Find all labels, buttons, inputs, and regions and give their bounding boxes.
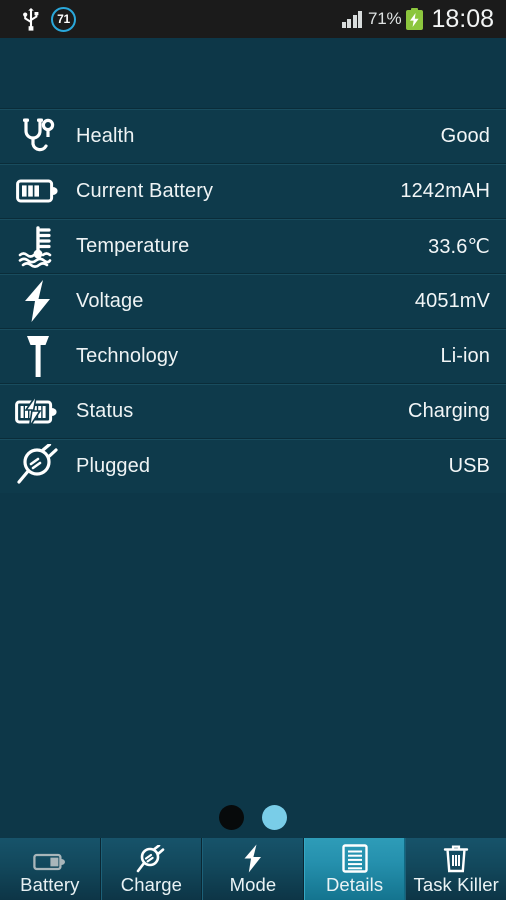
- power-plug-icon: [0, 439, 76, 494]
- bottom-tab-bar: Battery Charge Mode Details Task Killer: [0, 838, 506, 900]
- tab-charge[interactable]: Charge: [100, 838, 203, 900]
- tab-label: Task Killer: [413, 874, 499, 895]
- tab-battery[interactable]: Battery: [0, 838, 101, 900]
- list-item-label: Voltage: [76, 289, 144, 312]
- battery-icon: [33, 843, 67, 873]
- status-bar-right: 71% 18:08: [341, 4, 506, 34]
- list-item-label: Plugged: [76, 454, 151, 477]
- tab-label: Battery: [20, 874, 80, 895]
- stethoscope-icon: [0, 109, 76, 164]
- power-plug-icon: [136, 843, 166, 873]
- usb-icon: [22, 8, 40, 31]
- status-bar-left: 71: [0, 6, 76, 32]
- list-item-value: 33.6℃: [428, 235, 490, 258]
- list-item-label: Technology: [76, 344, 179, 367]
- list-item-temperature[interactable]: Temperature 33.6℃: [0, 218, 506, 273]
- signal-bars-icon: [341, 10, 362, 28]
- list-item-voltage[interactable]: Voltage 4051mV: [0, 273, 506, 328]
- battery-charging-icon: [0, 384, 76, 439]
- list-item-label: Temperature: [76, 234, 190, 257]
- battery-icon: [0, 164, 76, 219]
- list-item-plugged[interactable]: Plugged USB: [0, 438, 506, 493]
- list-item-label: Health: [76, 124, 135, 147]
- document-lines-icon: [341, 843, 368, 873]
- thermometer-icon: [0, 219, 76, 274]
- page-dot-1[interactable]: [219, 805, 244, 830]
- list-item-value: Good: [440, 124, 490, 147]
- lightning-bolt-icon: [242, 843, 264, 873]
- details-list: Health Good Current Battery 1242mAH Temp…: [0, 108, 506, 493]
- list-item-value: Charging: [408, 399, 490, 422]
- list-item-value: 4051mV: [414, 289, 490, 312]
- app-root: 71 71% 18:08 Health Good Current Battery…: [0, 0, 506, 900]
- tab-task-killer[interactable]: Task Killer: [405, 838, 506, 900]
- list-item-value: Li-ion: [440, 344, 490, 367]
- hammer-icon: [0, 329, 76, 384]
- lightning-bolt-icon: [0, 274, 76, 329]
- status-bar-battery-percent: 71%: [368, 9, 402, 28]
- trash-can-icon: [443, 843, 469, 873]
- battery-charging-icon: [406, 8, 424, 30]
- battery-percent-badge: 71: [51, 6, 76, 32]
- tab-label: Mode: [229, 874, 277, 895]
- list-item-value: USB: [448, 454, 490, 477]
- page-indicator: [0, 805, 506, 830]
- list-item-technology[interactable]: Technology Li-ion: [0, 328, 506, 383]
- list-item-status[interactable]: Status Charging: [0, 383, 506, 438]
- status-bar-clock: 18:08: [431, 4, 494, 33]
- status-bar: 71 71% 18:08: [0, 0, 506, 38]
- list-item-label: Current Battery: [76, 179, 214, 202]
- tab-label: Charge: [120, 874, 183, 895]
- tab-details[interactable]: Details: [303, 838, 406, 900]
- list-item-current-battery[interactable]: Current Battery 1242mAH: [0, 163, 506, 218]
- list-item-label: Status: [76, 399, 134, 422]
- tab-label: Details: [325, 874, 384, 895]
- tab-mode[interactable]: Mode: [202, 838, 304, 900]
- list-item-value: 1242mAH: [400, 179, 490, 202]
- list-item-health[interactable]: Health Good: [0, 108, 506, 163]
- page-dot-2[interactable]: [262, 805, 287, 830]
